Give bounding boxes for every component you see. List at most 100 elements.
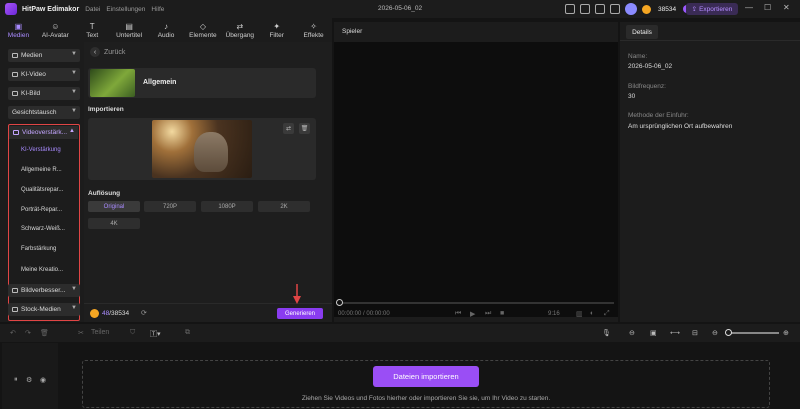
resolution-original[interactable]: Original (88, 201, 140, 212)
resolution-4k[interactable]: 4K (88, 218, 140, 229)
play-icon[interactable]: ▶ (470, 310, 475, 318)
tab-ai-avatar[interactable]: ☺ AI-Avatar (37, 18, 74, 42)
menu-file[interactable]: Datei (85, 6, 100, 13)
volume-icon[interactable]: ◐ (590, 310, 594, 317)
import-files-button[interactable]: Dateien importieren (373, 366, 479, 387)
sidebar-item-label: Medien (21, 52, 43, 59)
sidebar-subitem-color-enhance[interactable]: Farbstärkung (21, 246, 56, 252)
prev-frame-icon[interactable]: ⏮ (455, 310, 461, 318)
tab-subtitle[interactable]: ▤ Untertitel (111, 18, 148, 42)
model-card[interactable]: Allgemein (88, 68, 316, 98)
resolution-720p[interactable]: 720P (144, 201, 196, 212)
monitor-icon[interactable] (580, 4, 590, 14)
sidebar-item-ai-video[interactable]: KI-Video ▼ (8, 68, 80, 81)
export-button[interactable]: ⇪ Exportieren (686, 3, 738, 15)
transition-icon: ⇄ (236, 21, 244, 31)
sidebar-item-image-enhance[interactable]: Bildverbesser... ▼ (8, 284, 80, 297)
menu-settings[interactable]: Einstellungen (106, 6, 145, 13)
player-title: Spieler (342, 28, 363, 35)
next-frame-icon[interactable]: ⏭ (485, 310, 491, 318)
tab-media[interactable]: ▣ Medien (0, 18, 37, 42)
titlebar-icons: 38534 (565, 3, 692, 15)
sidebar-subitem-general-repair[interactable]: Allgemeine R... (21, 167, 62, 173)
refresh-icon[interactable]: ⟳ (141, 309, 147, 317)
resolution-1080p[interactable]: 1080P (201, 201, 253, 212)
sidebar-subitem-portrait-repair[interactable]: Porträt-Repar... (21, 207, 62, 213)
player-progress-bar[interactable] (338, 302, 614, 304)
folder-icon: ▣ (14, 21, 23, 31)
resolution-2k[interactable]: 2K (258, 201, 310, 212)
split-icon[interactable]: ✂ (78, 329, 84, 337)
coin-icon (642, 4, 651, 14)
link-icon[interactable]: ⊖ (629, 329, 635, 337)
sidebar-item-video-enhance[interactable]: Videoverstärk... ▲ (9, 126, 78, 139)
redo-icon[interactable]: ↷ (25, 329, 31, 337)
credits-usage: 48/38534 (102, 310, 129, 317)
aspect-ratio[interactable]: 9:16 (548, 311, 560, 317)
tab-transition[interactable]: ⇄ Übergang (221, 18, 258, 42)
mic-icon[interactable]: 🎙 (602, 329, 611, 337)
avatar[interactable] (625, 3, 637, 15)
sidebar-subitem-ai-enhance[interactable]: KI-Verstärkung (21, 147, 61, 153)
tab-filter[interactable]: ✦ Filter (258, 18, 295, 42)
tab-details[interactable]: Details (626, 25, 658, 39)
zoom-slider[interactable] (731, 332, 779, 334)
tab-effects[interactable]: ✧ Effekte (295, 18, 332, 42)
trash-icon[interactable]: 🗑 (299, 123, 310, 134)
zoom-out-icon[interactable]: ⊖ (712, 329, 718, 337)
audio-icon: ♪ (164, 21, 168, 31)
tab-audio[interactable]: ♪ Audio (148, 18, 185, 42)
crop-icon[interactable]: ⧉ (185, 329, 190, 337)
fullscreen-icon[interactable]: ⤢ (604, 310, 610, 318)
player-progress-handle[interactable] (336, 299, 343, 306)
sidebar-item-label: KI-Bild (21, 90, 41, 97)
pause-icon[interactable]: ⏸ (14, 376, 18, 384)
zoom-fit-icon[interactable]: ⊟ (692, 329, 698, 337)
snapshot-icon[interactable]: ▥ (576, 310, 583, 318)
folder-icon (12, 307, 18, 312)
trash-icon[interactable]: 🗑 (40, 329, 49, 337)
sidebar-subitem-quality-repair[interactable]: Qualitätsrepar... (21, 187, 63, 193)
model-thumbnail (90, 69, 135, 97)
minimize-icon[interactable]: — (745, 3, 753, 12)
sidebar-item-label: Bildverbesser... (21, 287, 66, 294)
gift-icon[interactable] (595, 4, 605, 14)
tab-text[interactable]: T Text (74, 18, 111, 42)
settings-icon[interactable]: ⚙ (26, 376, 32, 384)
menu-help[interactable]: Hilfe (151, 6, 164, 13)
tab-label: Audio (157, 31, 175, 39)
layout-icon[interactable] (565, 4, 575, 14)
tab-elements[interactable]: ◇ Elemente (184, 18, 221, 42)
speaker-icon[interactable]: ◉ (40, 376, 46, 384)
help-icon[interactable] (610, 4, 620, 14)
zoom-handle[interactable] (725, 329, 732, 336)
replace-icon[interactable]: ⇄ (283, 123, 294, 134)
import-method-label: Methode der Einfuhr: (628, 112, 689, 119)
generate-button[interactable]: Generieren (277, 308, 323, 319)
snap-icon[interactable]: ▣ (650, 329, 657, 337)
text-tool-icon[interactable]: 🅃▾ (150, 329, 161, 339)
close-icon[interactable]: ✕ (783, 3, 790, 12)
import-section-title: Importieren (88, 106, 124, 113)
split-label[interactable]: Teilen (91, 329, 109, 336)
back-button[interactable]: ‹ Zurück (90, 47, 125, 57)
sidebar-item-stock-media[interactable]: Stock-Medien ▼ (8, 303, 80, 316)
track-header: ⏸ ⚙ ◉ (2, 343, 58, 409)
player-screen[interactable] (334, 42, 618, 317)
player-panel: Spieler (334, 22, 618, 322)
sidebar-item-face-swap[interactable]: Gesichtstausch ▼ (8, 106, 80, 119)
resolution-section-title: Auflösung (88, 190, 121, 197)
fit-icon[interactable]: ⟷ (670, 329, 680, 337)
sidebar-subitem-my-creations[interactable]: Meine Kreatio... (21, 267, 63, 273)
sidebar-item-ai-image[interactable]: KI-Bild ▼ (8, 87, 80, 100)
sidebar-subitem-black-white[interactable]: Schwarz-Weiß... (21, 226, 65, 232)
tab-label: Text (86, 31, 99, 39)
maximize-icon[interactable]: ☐ (764, 3, 771, 12)
stop-icon[interactable]: ■ (500, 310, 504, 317)
undo-icon[interactable]: ↶ (10, 329, 16, 337)
shield-icon[interactable]: ⛉ (130, 329, 135, 337)
app-logo (5, 3, 17, 15)
zoom-in-icon[interactable]: ⊕ (783, 329, 789, 337)
sidebar-item-media[interactable]: Medien ▼ (8, 49, 80, 62)
text-icon: T (89, 21, 95, 31)
